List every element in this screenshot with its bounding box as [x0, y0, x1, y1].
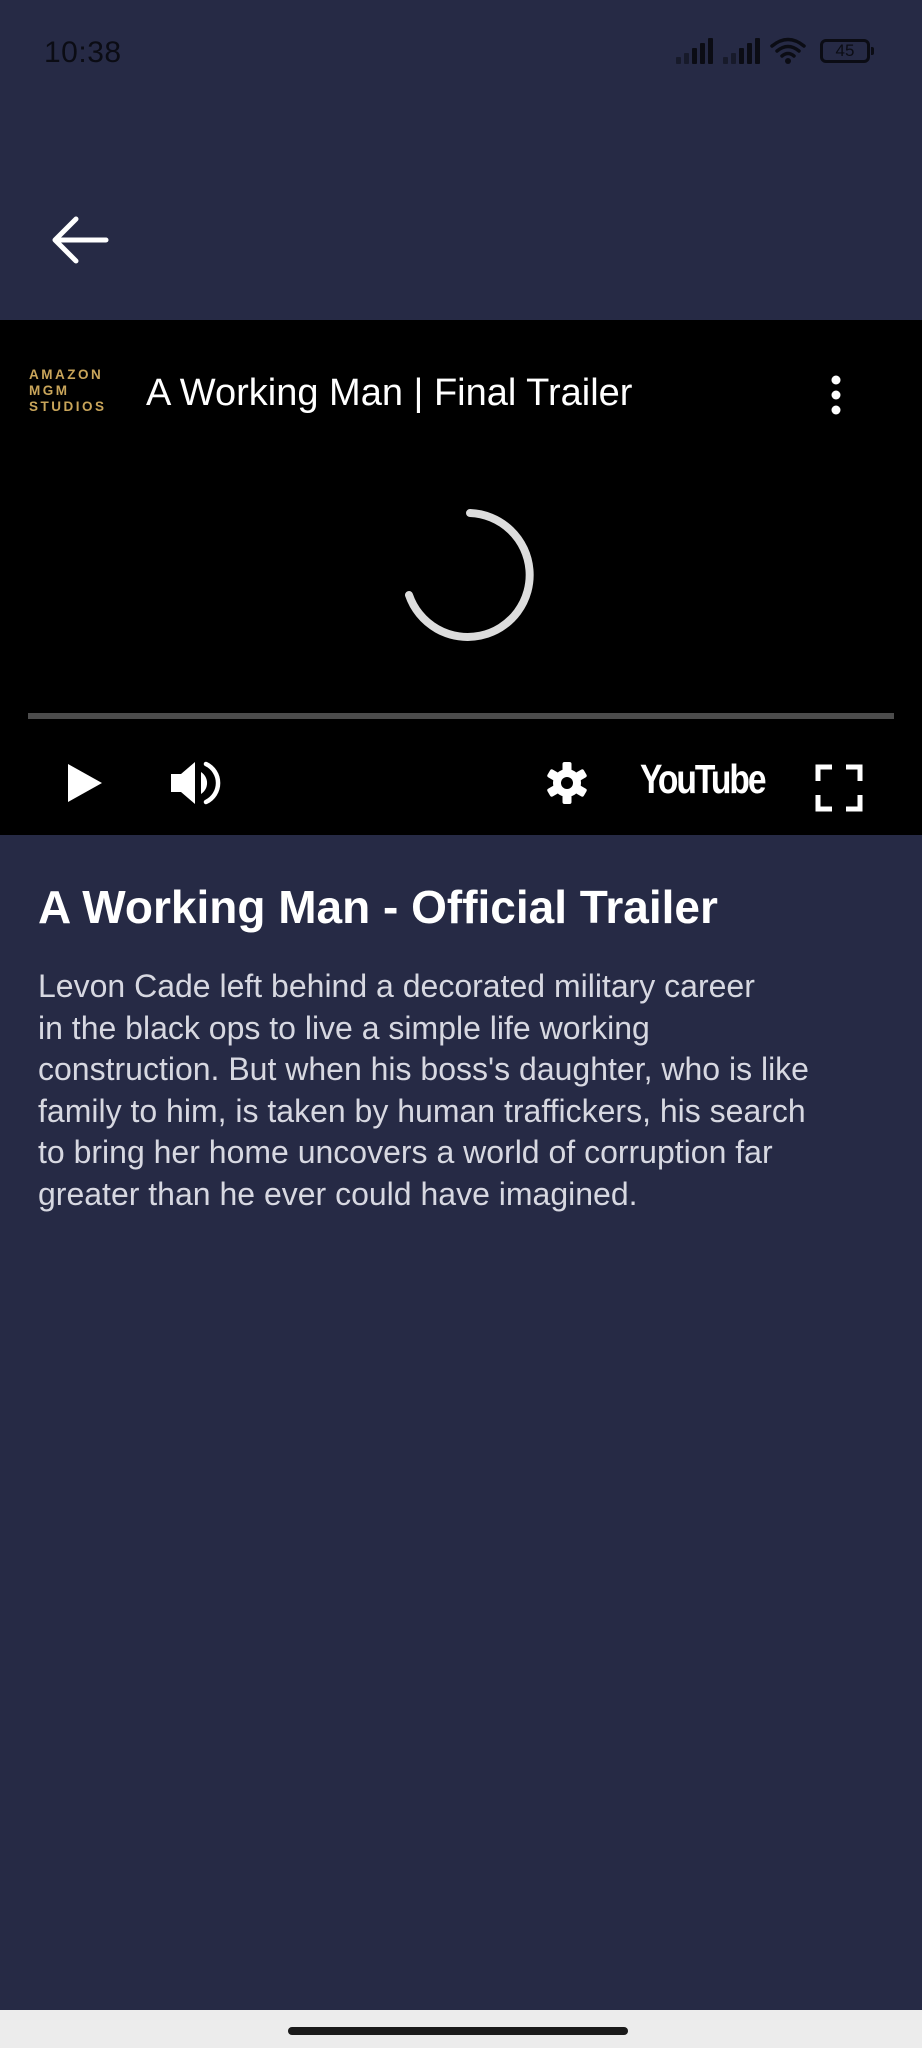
home-indicator[interactable]: [288, 2027, 628, 2035]
channel-logo-line: AMAZON: [29, 367, 104, 382]
play-button[interactable]: [64, 760, 108, 806]
fullscreen-icon: [815, 764, 863, 812]
description-line: to bring her home uncovers a world of co…: [38, 1134, 773, 1170]
video-description: Levon Cade left behind a decorated milit…: [38, 966, 898, 1215]
channel-logo[interactable]: AMAZON MGM STUDIOS: [29, 367, 121, 415]
description-line: Levon Cade left behind a decorated milit…: [38, 968, 755, 1004]
back-button[interactable]: [44, 205, 114, 275]
more-vertical-icon: [831, 375, 841, 415]
play-icon: [68, 764, 102, 802]
volume-icon: [171, 761, 221, 805]
description-line: in the black ops to live a simple life w…: [38, 1009, 650, 1046]
page-title: A Working Man - Official Trailer: [38, 881, 718, 933]
youtube-logo-button[interactable]: YouTube: [640, 756, 767, 803]
wifi-icon: [770, 37, 806, 64]
cellular-signal-icon: [676, 38, 713, 64]
more-options-button[interactable]: [820, 372, 852, 418]
channel-logo-line: STUDIOS: [29, 399, 107, 414]
gear-icon: [547, 762, 587, 804]
description-line: greater than he ever could have imagined…: [38, 1175, 638, 1212]
progress-bar[interactable]: [28, 713, 894, 719]
status-time: 10:38: [44, 36, 122, 69]
loading-spinner-icon: [405, 509, 534, 641]
status-bar: 10:38 45: [0, 0, 922, 110]
system-nav-bar: [0, 2010, 922, 2048]
fullscreen-button[interactable]: [814, 763, 864, 813]
description-line: construction. But when his boss's daught…: [38, 1051, 809, 1087]
channel-logo-line: MGM: [29, 383, 70, 398]
screen: 10:38 45 AMAZON MGM STUDIOS A Working Ma…: [0, 0, 922, 2048]
battery-level: 45: [835, 41, 855, 60]
video-title[interactable]: A Working Man | Final Trailer: [146, 372, 632, 415]
settings-button[interactable]: [542, 758, 592, 808]
arrow-left-icon: [52, 216, 109, 264]
volume-button[interactable]: [168, 757, 224, 809]
description-line: family to him, is taken by human traffic…: [38, 1092, 806, 1129]
status-icons: 45: [676, 34, 874, 68]
cellular-signal-icon: [723, 38, 760, 64]
battery-icon: 45: [820, 39, 874, 63]
video-player[interactable]: AMAZON MGM STUDIOS A Working Man | Final…: [0, 320, 922, 835]
